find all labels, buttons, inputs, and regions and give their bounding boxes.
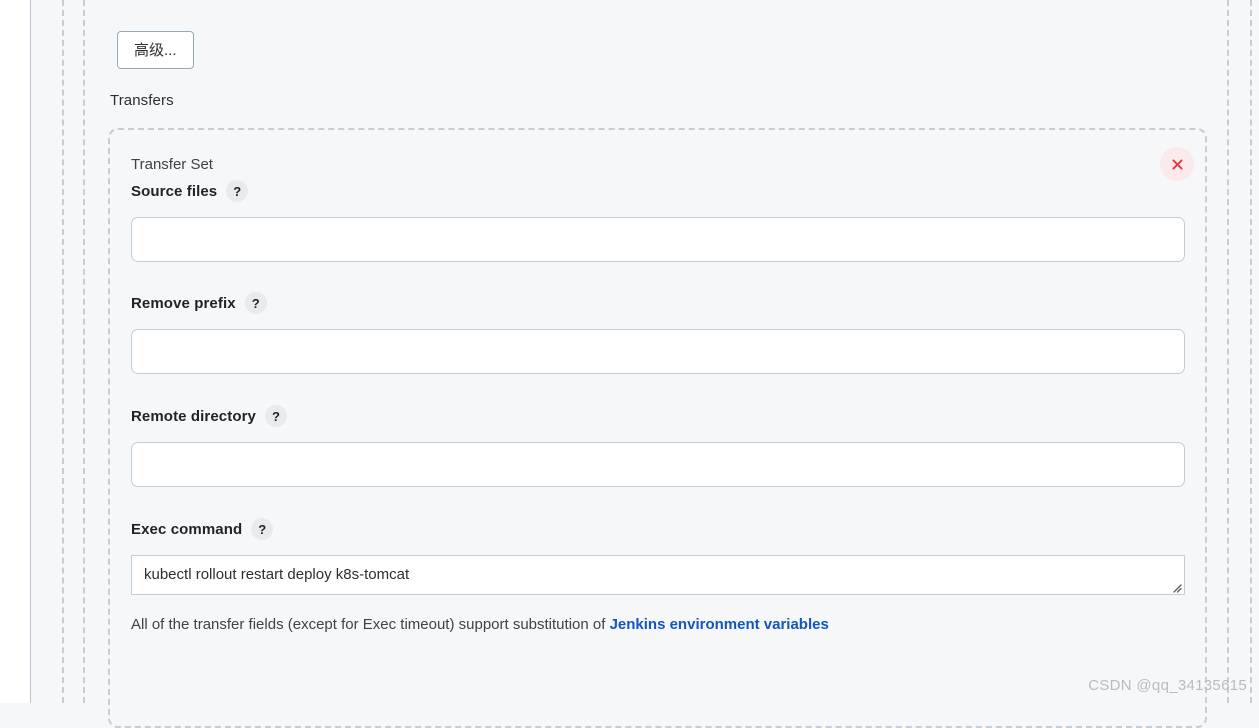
field-label-row: Exec command ? [131, 518, 1183, 540]
transfer-set-panel: Transfer Set Source files ? Remove prefi… [108, 128, 1207, 728]
help-icon[interactable]: ? [251, 518, 274, 540]
jenkins-environment-variables-link[interactable]: Jenkins environment variables [610, 616, 829, 633]
field-exec-command: Exec command ? [131, 518, 1185, 595]
transfer-set-title: Transfer Set [131, 156, 213, 173]
help-icon[interactable]: ? [264, 405, 287, 427]
remove-transfer-set-button[interactable] [1160, 147, 1194, 181]
left-margin-strip [0, 0, 30, 703]
content-edge-line [30, 0, 31, 703]
guide-line-right-outer [1250, 0, 1252, 703]
transfer-fields-footnote: All of the transfer fields (except for E… [131, 615, 1183, 635]
source-files-label: Source files [131, 182, 218, 200]
field-label-row: Remote directory ? [131, 405, 1183, 427]
footnote-text: All of the transfer fields (except for E… [131, 616, 610, 633]
guide-line-left-outer [62, 0, 64, 703]
remote-directory-label: Remote directory [131, 407, 256, 425]
help-icon[interactable]: ? [244, 292, 267, 314]
help-icon[interactable]: ? [226, 180, 249, 202]
exec-command-wrapper [131, 555, 1185, 595]
exec-command-label: Exec command [131, 520, 243, 538]
guide-line-left-inner [83, 0, 85, 703]
page-root: 高级... Transfers Transfer Set Source file… [0, 0, 1259, 728]
guide-line-right-inner [1227, 0, 1229, 703]
field-label-row: Remove prefix ? [131, 292, 1183, 314]
remove-prefix-input[interactable] [131, 329, 1185, 374]
remove-prefix-label: Remove prefix [131, 294, 236, 312]
close-icon [1171, 158, 1184, 171]
transfers-heading: Transfers [110, 92, 174, 109]
transfer-set-inner: Transfer Set Source files ? Remove prefi… [110, 130, 1205, 635]
advanced-button[interactable]: 高级... [117, 31, 194, 69]
source-files-input[interactable] [131, 217, 1185, 262]
field-remote-directory: Remote directory ? [131, 405, 1185, 487]
field-source-files: Source files ? [131, 180, 1185, 262]
form-content: 高级... Transfers Transfer Set Source file… [108, 0, 1209, 728]
exec-command-textarea[interactable] [131, 555, 1185, 595]
field-remove-prefix: Remove prefix ? [131, 292, 1185, 374]
field-label-row: Source files ? [131, 180, 1183, 202]
advanced-button-wrapper: 高级... [117, 31, 194, 69]
csdn-watermark: CSDN @qq_34135615 [1088, 677, 1247, 694]
remote-directory-input[interactable] [131, 442, 1185, 487]
